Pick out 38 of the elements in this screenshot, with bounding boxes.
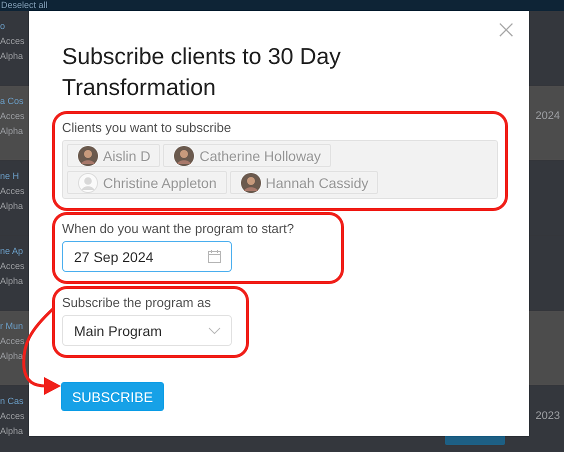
row-text: Acces — [0, 111, 25, 121]
client-chip: Catherine Holloway — [163, 144, 331, 167]
row-text: Alpha — [0, 351, 24, 361]
row-text: Alpha — [0, 126, 24, 136]
avatar-icon — [240, 172, 261, 192]
client-name: ne Ap — [0, 246, 24, 256]
row-date: 2023 — [536, 410, 560, 424]
avatar-icon — [78, 172, 98, 192]
client-name: n Cas — [0, 396, 24, 406]
avatar-icon — [78, 146, 98, 166]
row-text: Acces — [0, 411, 25, 421]
program-select[interactable]: Main Program — [62, 315, 232, 346]
row-text: Acces — [0, 336, 25, 346]
client-chip: Hannah Cassidy — [230, 171, 378, 194]
deselect-all-link[interactable]: Deselect all — [0, 0, 48, 11]
row-text: Acces — [0, 36, 25, 46]
row-text: Acces — [0, 261, 25, 271]
client-name: ne H — [0, 171, 20, 181]
date-field[interactable]: 27 Sep 2024 — [62, 241, 232, 272]
row-text: Alpha — [0, 201, 24, 211]
client-name: a Cos — [0, 96, 24, 106]
row-text: Acces — [0, 186, 25, 196]
client-chip: Aislin D — [67, 144, 160, 167]
partial-button[interactable] — [445, 436, 505, 445]
field-label: Subscribe the program as — [62, 295, 212, 310]
field-label: Clients you want to subscribe — [62, 120, 232, 135]
field-label: When do you want the program to start? — [62, 221, 295, 236]
row-text: Alpha — [0, 51, 24, 61]
dialog-title: Subscribe clients to 30 Day Transformation — [62, 42, 342, 102]
subscribe-button[interactable]: SUBSCRIBE — [61, 382, 164, 411]
calendar-icon — [208, 250, 221, 263]
row-date: 2024 — [536, 110, 560, 124]
client-chip: Christine Appleton — [67, 171, 227, 194]
client-name: r Mun — [0, 321, 24, 331]
row-text: Alpha — [0, 426, 24, 436]
row-text: Alpha — [0, 276, 24, 286]
client-name: o — [0, 21, 6, 31]
avatar-icon — [174, 146, 194, 166]
